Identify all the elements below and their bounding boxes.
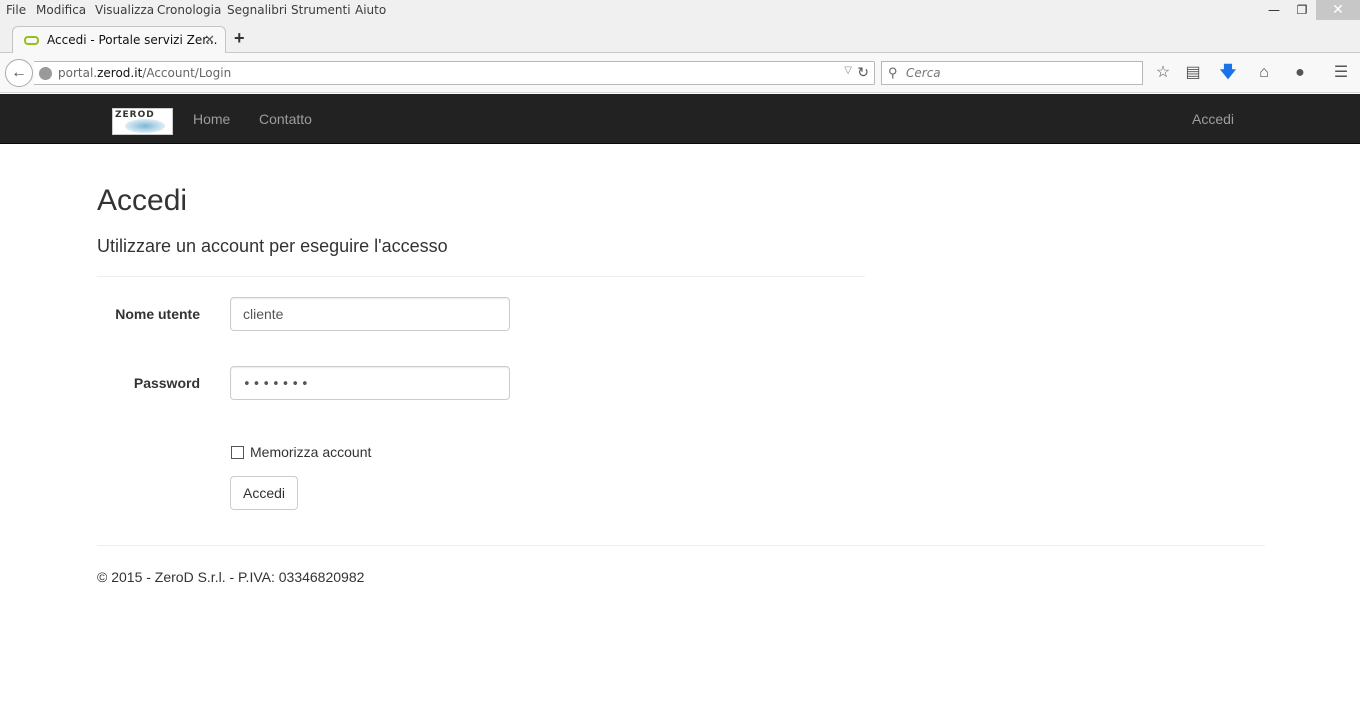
remember-checkbox[interactable]: [231, 446, 244, 459]
search-input[interactable]: Cerca: [906, 66, 941, 80]
browser-menubar: File Modifica Visualizza Cronologia Segn…: [0, 0, 1360, 22]
footer-divider: [97, 545, 1265, 546]
menu-aiuto[interactable]: Aiuto: [355, 3, 386, 17]
new-tab-button[interactable]: +: [234, 28, 245, 49]
site-logo[interactable]: ZEROD: [112, 108, 173, 135]
url-prefix: portal.: [58, 66, 98, 80]
search-bar[interactable]: ⚲ Cerca: [881, 61, 1143, 85]
menu-strumenti[interactable]: Strumenti: [291, 3, 351, 17]
password-mask: •••••••: [243, 377, 311, 392]
password-label: Password: [133, 375, 200, 391]
menu-icon[interactable]: ☰: [1330, 62, 1352, 84]
menu-cronologia[interactable]: Cronologia: [157, 3, 221, 17]
dropdown-icon[interactable]: ▽: [844, 65, 852, 76]
back-arrow-icon[interactable]: ←: [5, 59, 33, 87]
divider: [97, 276, 865, 277]
site-favicon-icon: [24, 36, 39, 45]
url-bar[interactable]: portal.zerod.it/Account/Login ▽ ↻: [34, 61, 875, 85]
tab-active[interactable]: Accedi - Portale servizi Zer... ✕: [12, 26, 226, 54]
menu-visualizza[interactable]: Visualizza: [95, 3, 154, 17]
site-navbar: ZEROD Home Contatto Accedi: [0, 94, 1360, 144]
login-button[interactable]: Accedi: [230, 476, 298, 510]
download-icon[interactable]: 🡇: [1217, 62, 1239, 84]
reload-icon[interactable]: ↻: [857, 64, 869, 81]
minimize-button[interactable]: —: [1260, 0, 1288, 20]
browser-toolbar: ← portal.zerod.it/Account/Login ▽ ↻ ⚲ Ce…: [0, 53, 1360, 93]
url-domain: zerod.it: [97, 66, 143, 80]
username-field[interactable]: cliente: [230, 297, 510, 331]
logo-swirl-icon: [125, 119, 165, 133]
globe-icon: [39, 67, 52, 80]
nav-contact-link[interactable]: Contatto: [259, 111, 312, 127]
close-window-button[interactable]: ✕: [1316, 0, 1360, 20]
window-controls: — ❐ ✕: [1260, 0, 1360, 22]
search-icon: ⚲: [888, 65, 898, 80]
username-label: Nome utente: [115, 306, 200, 322]
restore-button[interactable]: ❐: [1288, 0, 1316, 20]
home-icon[interactable]: ⌂: [1253, 62, 1275, 84]
password-field[interactable]: •••••••: [230, 366, 510, 400]
star-icon[interactable]: ☆: [1152, 62, 1174, 84]
url-path: /Account/Login: [142, 66, 232, 80]
nav-login-link[interactable]: Accedi: [1192, 111, 1234, 127]
reading-list-icon[interactable]: ▤: [1182, 62, 1204, 84]
menu-segnalibri[interactable]: Segnalibri: [227, 3, 287, 17]
page-title: Accedi: [97, 184, 188, 217]
tab-strip: Accedi - Portale servizi Zer... ✕ +: [0, 22, 1360, 54]
menu-modifica[interactable]: Modifica: [36, 3, 86, 17]
remember-label[interactable]: Memorizza account: [250, 444, 371, 460]
footer-text: © 2015 - ZeroD S.r.l. - P.IVA: 033468209…: [97, 569, 365, 585]
url-text[interactable]: portal.zerod.it/Account/Login: [58, 66, 231, 80]
tab-title: Accedi - Portale servizi Zer...: [47, 33, 218, 47]
chat-icon[interactable]: ●: [1289, 62, 1311, 84]
page-subtitle: Utilizzare un account per eseguire l'acc…: [97, 236, 448, 256]
tab-close-icon[interactable]: ✕: [204, 32, 215, 48]
menu-file[interactable]: File: [6, 3, 26, 17]
nav-home-link[interactable]: Home: [193, 111, 230, 127]
